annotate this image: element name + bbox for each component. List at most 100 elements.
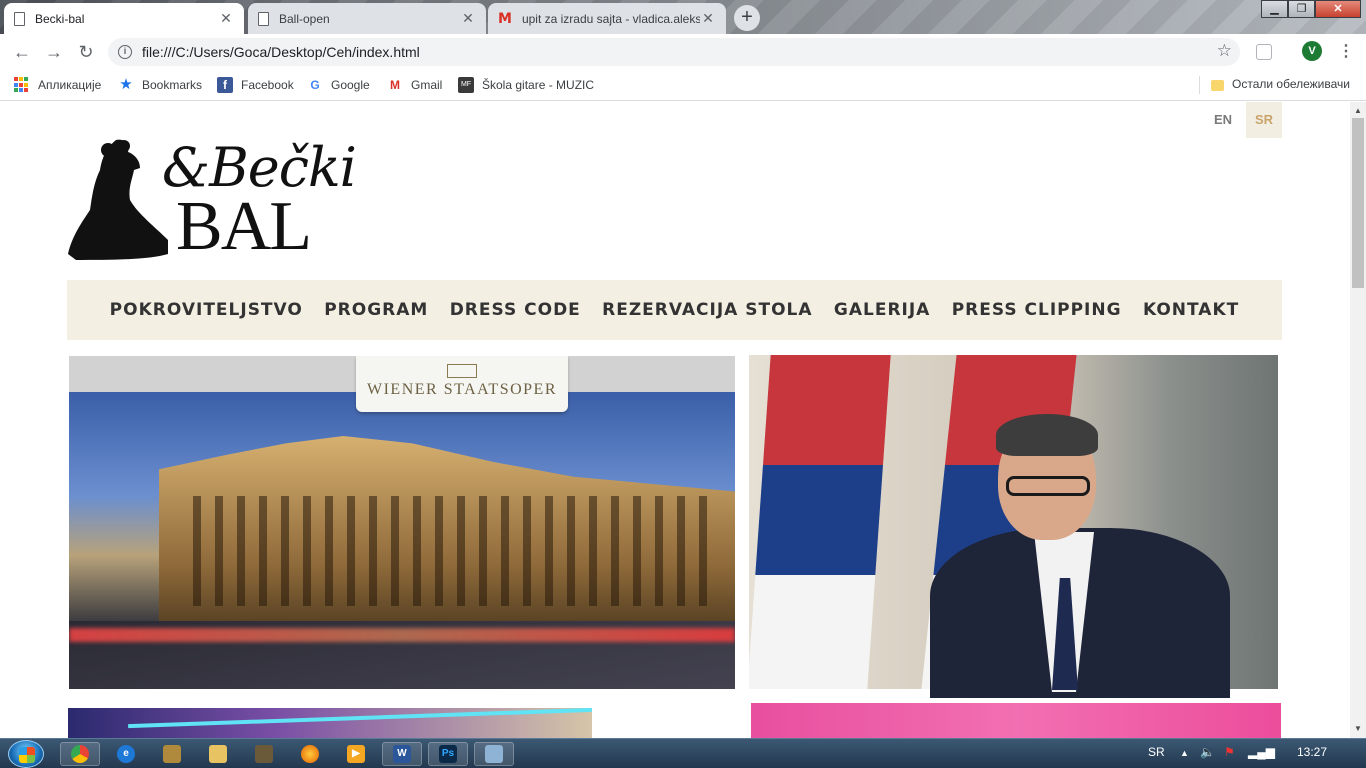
nav-press-clipping[interactable]: PRESS CLIPPING xyxy=(952,300,1122,320)
tab-becki-bal[interactable]: Becki-bal ✕ xyxy=(4,3,244,34)
nav-kontakt[interactable]: KONTAKT xyxy=(1143,300,1239,320)
close-icon[interactable]: ✕ xyxy=(460,10,476,27)
taskbar-photoshop[interactable]: Ps xyxy=(428,742,468,766)
nav-galerija[interactable]: GALERIJA xyxy=(834,300,930,320)
action-center-icon[interactable]: ⚑ xyxy=(1224,745,1235,759)
taskbar-word[interactable]: W xyxy=(382,742,422,766)
bookmark-google[interactable]: G Google xyxy=(307,77,370,93)
network-icon[interactable]: ▂▄▆ xyxy=(1248,745,1275,759)
bookmark-label: Facebook xyxy=(241,78,294,92)
tray-expand-icon[interactable]: ▲ xyxy=(1180,748,1189,758)
volume-icon[interactable]: 🔈 xyxy=(1200,745,1215,759)
close-window-button[interactable]: ✕ xyxy=(1315,0,1361,18)
extension-icon[interactable] xyxy=(1256,44,1272,60)
opera-banner-text: WIENER STAATSOPER xyxy=(367,381,557,398)
folder-icon xyxy=(209,745,227,763)
word-icon: W xyxy=(393,745,411,763)
tab-ball-open[interactable]: Ball-open ✕ xyxy=(248,3,486,34)
gallery-image-bottom-right[interactable] xyxy=(751,703,1281,738)
bookmark-facebook[interactable]: f Facebook xyxy=(217,77,294,93)
tab-strip: Becki-bal ✕ Ball-open ✕ M upit za izradu… xyxy=(0,0,1366,34)
close-icon[interactable]: ✕ xyxy=(218,10,234,27)
browser-toolbar: ← → ↻ i file:///C:/Users/Goca/Desktop/Ce… xyxy=(0,34,1366,70)
tools-icon xyxy=(163,745,181,763)
bookmark-star-icon[interactable]: ☆ xyxy=(1217,41,1232,61)
page-icon xyxy=(14,11,25,26)
bookmark-bookmarks[interactable]: ★ Bookmarks xyxy=(118,77,202,93)
app-icon xyxy=(255,745,273,763)
other-bookmarks[interactable]: Остали обележивачи xyxy=(1211,77,1350,91)
light-line xyxy=(128,707,592,729)
tab-gmail-upit[interactable]: M upit za izradu sajta - vladica.aleks ✕ xyxy=(488,3,726,34)
close-icon[interactable]: ✕ xyxy=(700,10,716,27)
bookmark-skola-gitare[interactable]: MF Škola gitare - MUZIC xyxy=(458,77,594,93)
bookmarks-divider xyxy=(1199,76,1200,94)
taskbar-app[interactable] xyxy=(244,742,284,766)
google-icon: G xyxy=(310,78,320,92)
tab-title: Ball-open xyxy=(279,11,330,26)
back-arrow-icon[interactable]: ← xyxy=(10,40,34,64)
nav-rezervacija-stola[interactable]: REZERVACIJA STOLA xyxy=(602,300,812,320)
profile-avatar[interactable]: V xyxy=(1302,41,1322,61)
windows-logo-icon xyxy=(19,747,35,763)
page-icon xyxy=(258,11,269,26)
opera-emblem-icon xyxy=(447,364,477,378)
url-text[interactable]: file:///C:/Users/Goca/Desktop/Ceh/index.… xyxy=(142,44,420,60)
language-en[interactable]: EN xyxy=(1205,102,1241,138)
nav-program[interactable]: PROGRAM xyxy=(324,300,428,320)
taskbar-window[interactable] xyxy=(474,742,514,766)
facebook-icon: f xyxy=(217,77,233,93)
taskbar-tools[interactable] xyxy=(152,742,192,766)
firefox-icon xyxy=(301,745,319,763)
photoshop-icon: Ps xyxy=(439,745,457,763)
language-sr[interactable]: SR xyxy=(1246,102,1282,138)
start-button[interactable] xyxy=(8,740,44,768)
opera-house-image[interactable]: WIENER STAATSOPER xyxy=(69,356,735,689)
taskbar-chrome[interactable] xyxy=(60,742,100,766)
dancers-silhouette-icon xyxy=(68,139,168,260)
light-trails xyxy=(69,628,735,642)
taskbar-ie[interactable]: e xyxy=(106,742,146,766)
gmail-icon: M xyxy=(390,78,400,92)
window-controls: ▁ ❐ ✕ xyxy=(1261,0,1361,18)
person-hair xyxy=(996,414,1098,456)
main-navigation: POKROVITELJSTVO PROGRAM DRESS CODE REZER… xyxy=(67,280,1282,340)
bookmark-gmail[interactable]: M Gmail xyxy=(387,77,442,93)
nav-dress-code[interactable]: DRESS CODE xyxy=(450,300,581,320)
serbian-flag-left xyxy=(749,355,891,689)
chrome-icon xyxy=(71,745,89,763)
taskbar-firefox[interactable] xyxy=(290,742,330,766)
scroll-up-icon[interactable]: ▲ xyxy=(1354,106,1362,115)
logo-caps-text: BAL xyxy=(176,188,312,265)
page-scrollbar[interactable]: ▲ ▼ xyxy=(1350,102,1366,738)
taskbar-media[interactable]: ▶ xyxy=(336,742,376,766)
taskbar-explorer[interactable] xyxy=(198,742,238,766)
reload-icon[interactable]: ↻ xyxy=(74,40,98,64)
new-tab-button[interactable]: + xyxy=(734,5,760,31)
bookmark-label: Škola gitare - MUZIC xyxy=(482,78,595,92)
nav-pokroviteljstvo[interactable]: POKROVITELJSTVO xyxy=(110,300,303,320)
window-icon xyxy=(485,745,503,763)
scroll-down-icon[interactable]: ▼ xyxy=(1354,724,1362,733)
address-bar[interactable]: i file:///C:/Users/Goca/Desktop/Ceh/inde… xyxy=(108,38,1240,66)
person-glasses xyxy=(1006,476,1090,496)
menu-icon[interactable]: ⋮ xyxy=(1338,41,1354,61)
apps-grid-icon xyxy=(14,77,30,93)
site-logo[interactable]: &Bečki BAL xyxy=(68,136,357,265)
windows-taskbar: e ▶ W Ps SR ▲ 🔈 ⚑ ▂▄▆ 13:27 xyxy=(0,738,1366,768)
info-icon[interactable]: i xyxy=(118,45,132,59)
bookmarks-bar: Апликације ★ Bookmarks f Facebook G Goog… xyxy=(0,70,1366,101)
clock[interactable]: 13:27 xyxy=(1297,745,1327,759)
bookmark-label: Апликације xyxy=(38,78,102,92)
star-icon: ★ xyxy=(119,76,133,93)
scrollbar-thumb[interactable] xyxy=(1352,118,1364,288)
maximize-button[interactable]: ❐ xyxy=(1288,0,1315,18)
forward-arrow-icon[interactable]: → xyxy=(42,40,66,64)
bookmark-apps[interactable]: Апликације xyxy=(14,77,101,93)
language-indicator[interactable]: SR xyxy=(1148,745,1165,759)
minimize-button[interactable]: ▁ xyxy=(1261,0,1288,18)
gallery-image-bottom-left[interactable] xyxy=(68,707,592,738)
music-icon: MF xyxy=(458,77,474,93)
bookmark-label: Google xyxy=(331,78,370,92)
bookmark-label: Bookmarks xyxy=(142,78,203,92)
